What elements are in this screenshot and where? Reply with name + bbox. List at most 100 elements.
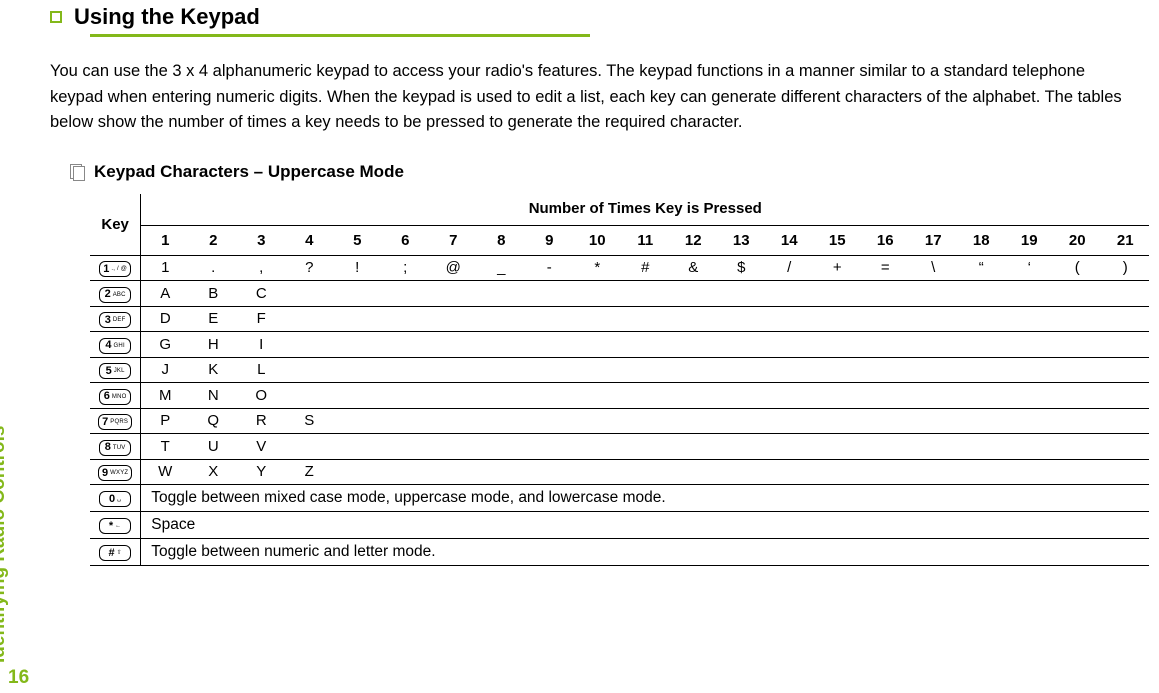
char-cell bbox=[429, 383, 477, 409]
char-cell bbox=[285, 383, 333, 409]
char-cell: $ bbox=[717, 255, 765, 281]
table-row: 5JKLJKL bbox=[90, 357, 1149, 383]
table-row: #⇧Toggle between numeric and letter mode… bbox=[90, 539, 1149, 566]
char-cell: * bbox=[573, 255, 621, 281]
key-cell: 6MNO bbox=[90, 383, 141, 409]
char-cell bbox=[1053, 383, 1101, 409]
char-cell bbox=[813, 383, 861, 409]
char-cell bbox=[333, 459, 381, 485]
char-cell bbox=[861, 306, 909, 332]
char-cell bbox=[573, 434, 621, 460]
subsection-title: Keypad Characters – Uppercase Mode bbox=[94, 162, 404, 182]
char-cell: . bbox=[189, 255, 237, 281]
char-cell bbox=[1005, 306, 1053, 332]
char-cell bbox=[381, 459, 429, 485]
char-cell bbox=[381, 332, 429, 358]
key-cell: 9WXYZ bbox=[90, 459, 141, 485]
char-cell bbox=[333, 306, 381, 332]
char-cell: D bbox=[141, 306, 190, 332]
char-cell bbox=[1101, 332, 1149, 358]
char-cell bbox=[621, 383, 669, 409]
char-cell bbox=[669, 434, 717, 460]
char-cell: V bbox=[237, 434, 285, 460]
char-cell bbox=[621, 459, 669, 485]
char-cell bbox=[1005, 357, 1053, 383]
char-cell bbox=[381, 306, 429, 332]
char-cell bbox=[1005, 332, 1053, 358]
char-cell bbox=[1101, 281, 1149, 307]
char-cell: A bbox=[141, 281, 190, 307]
char-cell bbox=[573, 383, 621, 409]
char-cell bbox=[477, 383, 525, 409]
char-cell: L bbox=[237, 357, 285, 383]
char-cell: S bbox=[285, 408, 333, 434]
char-cell bbox=[429, 306, 477, 332]
char-cell bbox=[429, 281, 477, 307]
char-cell bbox=[765, 281, 813, 307]
char-cell: B bbox=[189, 281, 237, 307]
char-cell: R bbox=[237, 408, 285, 434]
char-cell bbox=[957, 306, 1005, 332]
char-cell bbox=[525, 306, 573, 332]
char-cell bbox=[813, 281, 861, 307]
char-cell: ‘ bbox=[1005, 255, 1053, 281]
char-cell bbox=[573, 281, 621, 307]
char-cell bbox=[957, 383, 1005, 409]
char-cell bbox=[1005, 459, 1053, 485]
char-cell: C bbox=[237, 281, 285, 307]
char-cell bbox=[909, 306, 957, 332]
char-cell: ? bbox=[285, 255, 333, 281]
char-cell bbox=[477, 306, 525, 332]
table-row: *←Space bbox=[90, 512, 1149, 539]
char-cell bbox=[573, 459, 621, 485]
char-cell bbox=[909, 357, 957, 383]
char-cell bbox=[861, 408, 909, 434]
char-cell: Q bbox=[189, 408, 237, 434]
key-cell: 2ABC bbox=[90, 281, 141, 307]
char-cell: # bbox=[621, 255, 669, 281]
char-cell bbox=[429, 332, 477, 358]
keypad-key-icon: 8TUV bbox=[99, 440, 131, 456]
char-cell bbox=[909, 459, 957, 485]
char-cell bbox=[1101, 434, 1149, 460]
char-cell bbox=[813, 357, 861, 383]
th-count: 18 bbox=[957, 225, 1005, 255]
section-title-row: Using the Keypad bbox=[50, 4, 1159, 30]
char-cell bbox=[477, 434, 525, 460]
th-count: 20 bbox=[1053, 225, 1101, 255]
char-cell bbox=[525, 459, 573, 485]
char-cell bbox=[621, 281, 669, 307]
char-cell bbox=[669, 332, 717, 358]
keypad-key-icon: 0␣ bbox=[99, 491, 131, 507]
char-cell bbox=[813, 459, 861, 485]
char-cell: - bbox=[525, 255, 573, 281]
char-cell bbox=[957, 281, 1005, 307]
th-count: 6 bbox=[381, 225, 429, 255]
char-cell: ! bbox=[333, 255, 381, 281]
char-cell bbox=[1101, 408, 1149, 434]
char-cell bbox=[1005, 383, 1053, 409]
keypad-key-icon: #⇧ bbox=[99, 545, 131, 561]
char-cell bbox=[381, 383, 429, 409]
table-row: 1., / @1.,?!;@_-*#&$/+=\“‘() bbox=[90, 255, 1149, 281]
char-cell bbox=[861, 434, 909, 460]
char-cell bbox=[573, 357, 621, 383]
table-row: 0␣Toggle between mixed case mode, upperc… bbox=[90, 485, 1149, 512]
th-count: 8 bbox=[477, 225, 525, 255]
char-cell bbox=[765, 306, 813, 332]
keypad-key-icon: *← bbox=[99, 518, 131, 534]
char-cell bbox=[333, 281, 381, 307]
page-number: 16 bbox=[8, 667, 29, 689]
key-cell: 3DEF bbox=[90, 306, 141, 332]
char-cell bbox=[429, 357, 477, 383]
char-cell bbox=[669, 357, 717, 383]
char-cell bbox=[957, 434, 1005, 460]
char-cell bbox=[765, 357, 813, 383]
th-count: 19 bbox=[1005, 225, 1053, 255]
char-cell bbox=[1053, 408, 1101, 434]
char-cell bbox=[477, 357, 525, 383]
char-cell bbox=[669, 459, 717, 485]
char-cell bbox=[429, 459, 477, 485]
char-cell: M bbox=[141, 383, 190, 409]
keypad-key-icon: 2ABC bbox=[99, 287, 131, 303]
